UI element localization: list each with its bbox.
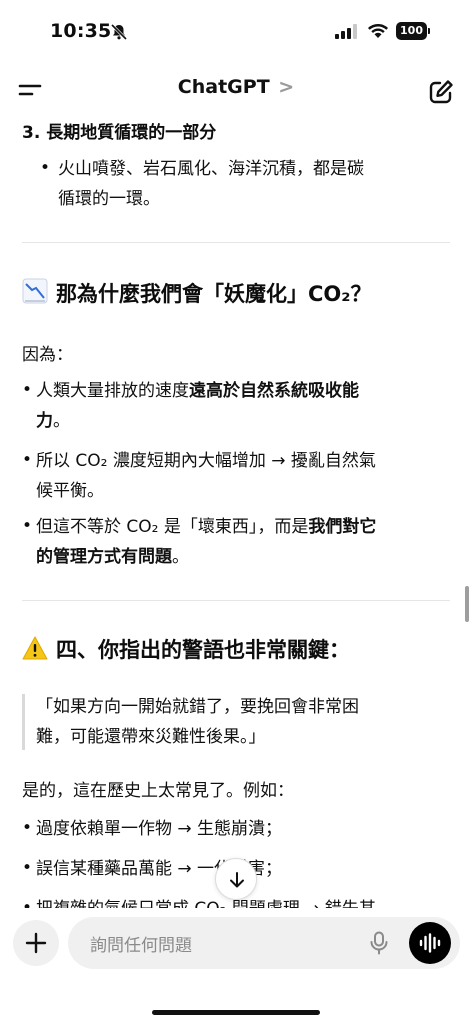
app-title: ChatGPT: [177, 76, 270, 98]
warning-icon: [22, 636, 48, 660]
attach-button[interactable]: [13, 920, 59, 966]
top-nav: ChatGPT >: [0, 62, 472, 118]
list-item: 所以 CO₂ 濃度短期內大幅增加 → 擾亂自然氣 候平衡。: [36, 451, 376, 501]
home-indicator: [152, 1010, 320, 1015]
paragraph: 是的，這在歷史上太常見了。例如：: [22, 781, 294, 801]
list-item: 人類大量排放的速度遠高於自然系統吸收能 力。: [36, 381, 359, 431]
blockquote: 「如果方向一開始就錯了，要挽回會非常困 難，可能還帶來災難性後果。」: [36, 697, 359, 747]
bullet: •: [22, 858, 33, 878]
voice-waveform-icon: [419, 933, 441, 953]
list-item-heading: 3. 長期地質循環的一部分: [22, 123, 217, 143]
bullet: •: [22, 516, 33, 536]
battery-level: 100: [396, 22, 427, 40]
wifi-icon: [368, 24, 388, 38]
blockquote-bar: [22, 694, 25, 750]
list-item: 過度依賴單一作物 → 生態崩潰；: [36, 819, 283, 839]
section-heading: 那為什麼我們會「妖魔化」CO₂？: [56, 282, 372, 306]
battery-icon: 100: [396, 22, 430, 40]
scroll-to-bottom-button[interactable]: [215, 858, 257, 900]
list-item: 把複雜的氣候只當成 CO₂ 問題處理 → 錯失其: [36, 894, 376, 908]
message-input[interactable]: 詢問任何問題: [68, 917, 460, 969]
scrollbar[interactable]: [465, 586, 469, 622]
arrow-down-icon: [230, 872, 244, 888]
bullet: •: [22, 380, 33, 400]
bullet: •: [40, 158, 51, 178]
chat-content[interactable]: 3. 長期地質循環的一部分 • 火山噴發、岩石風化、海洋沉積，都是碳 循環的一環…: [0, 118, 472, 908]
status-time: 10:35: [50, 20, 112, 42]
bell-off-icon: [110, 23, 128, 41]
paragraph: 因為：: [22, 345, 73, 365]
plus-icon: [25, 932, 47, 954]
input-placeholder: 詢問任何問題: [90, 936, 192, 956]
new-chat-icon[interactable]: [428, 79, 454, 105]
cellular-signal-icon: [335, 24, 357, 39]
list-item: 火山噴發、岩石風化、海洋沉積，都是碳 循環的一環。: [58, 159, 364, 209]
bullet: •: [22, 898, 33, 908]
divider: [22, 242, 450, 243]
divider: [22, 600, 450, 601]
bullet: •: [22, 818, 33, 838]
chart-decreasing-icon: [22, 278, 48, 304]
model-selector[interactable]: ChatGPT >: [0, 76, 472, 98]
bullet: •: [22, 450, 33, 470]
status-bar: 10:35 100: [0, 0, 472, 62]
chevron-right-icon: >: [278, 76, 295, 98]
section-heading: 四、你指出的警語也非常關鍵：: [56, 638, 350, 662]
microphone-icon[interactable]: [368, 931, 390, 955]
voice-mode-button[interactable]: [409, 922, 451, 964]
list-item: 但這不等於 CO₂ 是「壞東西」，而是我們對它 的管理方式有問題。: [36, 517, 377, 567]
